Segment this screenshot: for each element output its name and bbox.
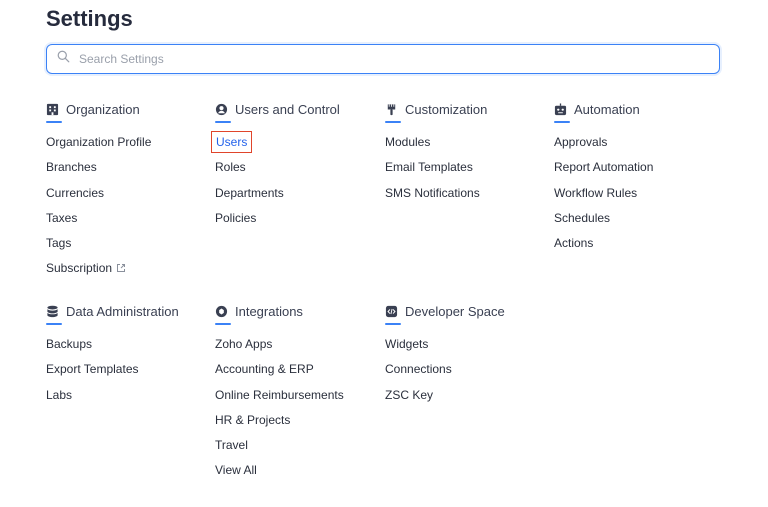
settings-link-hr-projects[interactable]: HR & Projects <box>215 413 380 438</box>
section-header: Developer Space <box>385 302 550 320</box>
section-title: Integrations <box>235 303 303 319</box>
section-title: Automation <box>574 101 640 117</box>
settings-link-widgets[interactable]: Widgets <box>385 337 550 362</box>
section-title: Customization <box>405 101 488 117</box>
database-icon <box>46 305 59 318</box>
page-title: Settings <box>46 6 133 31</box>
search-icon <box>57 50 70 68</box>
settings-link-subscription[interactable]: Subscription <box>46 261 211 286</box>
settings-link-users[interactable]: Users <box>210 131 380 160</box>
settings-link-export-templates[interactable]: Export Templates <box>46 362 211 387</box>
brush-icon <box>385 103 398 116</box>
section-header: Automation <box>554 100 719 118</box>
settings-link-report-automation[interactable]: Report Automation <box>554 160 719 185</box>
settings-link-roles[interactable]: Roles <box>215 160 380 185</box>
settings-link-branches[interactable]: Branches <box>46 160 211 185</box>
section-header: Customization <box>385 100 550 118</box>
section-underline <box>554 121 570 123</box>
settings-link-labs[interactable]: Labs <box>46 388 211 413</box>
settings-link-departments[interactable]: Departments <box>215 186 380 211</box>
external-link-icon <box>116 262 126 276</box>
settings-link-taxes[interactable]: Taxes <box>46 211 211 236</box>
integration-icon <box>215 305 228 318</box>
robot-icon <box>554 102 567 116</box>
settings-link-zsc-key[interactable]: ZSC Key <box>385 388 550 413</box>
settings-link-zoho-apps[interactable]: Zoho Apps <box>215 337 380 362</box>
section-title: Users and Control <box>235 101 340 117</box>
building-icon <box>46 103 59 116</box>
section-users-and-control: Users and Control Users Roles Department… <box>210 100 380 236</box>
settings-link-accounting-erp[interactable]: Accounting & ERP <box>215 362 380 387</box>
section-developer-space: Developer Space Widgets Connections ZSC … <box>385 302 550 413</box>
settings-link-connections[interactable]: Connections <box>385 362 550 387</box>
settings-link-approvals[interactable]: Approvals <box>554 135 719 160</box>
section-customization: Customization Modules Email Templates SM… <box>385 100 550 211</box>
section-underline <box>385 323 401 325</box>
settings-link-online-reimbursements[interactable]: Online Reimbursements <box>215 388 380 413</box>
settings-link-sms-notifications[interactable]: SMS Notifications <box>385 186 550 211</box>
section-header: Integrations <box>215 302 380 320</box>
user-circle-icon <box>215 103 228 116</box>
settings-link-travel[interactable]: Travel <box>215 438 380 463</box>
settings-link-view-all[interactable]: View All <box>215 463 380 488</box>
section-underline <box>215 121 231 123</box>
section-title: Organization <box>66 101 140 117</box>
settings-link-schedules[interactable]: Schedules <box>554 211 719 236</box>
section-data-administration: Data Administration Backups Export Templ… <box>46 302 211 413</box>
section-automation: Automation Approvals Report Automation W… <box>554 100 719 261</box>
section-title: Developer Space <box>405 303 505 319</box>
section-underline <box>385 121 401 123</box>
search-input[interactable] <box>77 51 681 67</box>
settings-link-actions[interactable]: Actions <box>554 236 719 261</box>
settings-link-workflow-rules[interactable]: Workflow Rules <box>554 186 719 211</box>
search-box[interactable] <box>46 44 720 74</box>
code-icon <box>385 305 398 318</box>
section-underline <box>215 323 231 325</box>
section-header: Organization <box>46 100 211 118</box>
section-header: Users and Control <box>215 100 380 118</box>
section-title: Data Administration <box>66 303 179 319</box>
settings-link-currencies[interactable]: Currencies <box>46 186 211 211</box>
settings-link-backups[interactable]: Backups <box>46 337 211 362</box>
settings-link-modules[interactable]: Modules <box>385 135 550 160</box>
section-integrations: Integrations Zoho Apps Accounting & ERP … <box>215 302 380 489</box>
settings-link-organization-profile[interactable]: Organization Profile <box>46 135 211 160</box>
section-underline <box>46 121 62 123</box>
settings-link-tags[interactable]: Tags <box>46 236 211 261</box>
section-underline <box>46 323 62 325</box>
settings-link-policies[interactable]: Policies <box>215 211 380 236</box>
settings-link-email-templates[interactable]: Email Templates <box>385 160 550 185</box>
section-header: Data Administration <box>46 302 211 320</box>
section-organization: Organization Organization Profile Branch… <box>46 100 211 287</box>
